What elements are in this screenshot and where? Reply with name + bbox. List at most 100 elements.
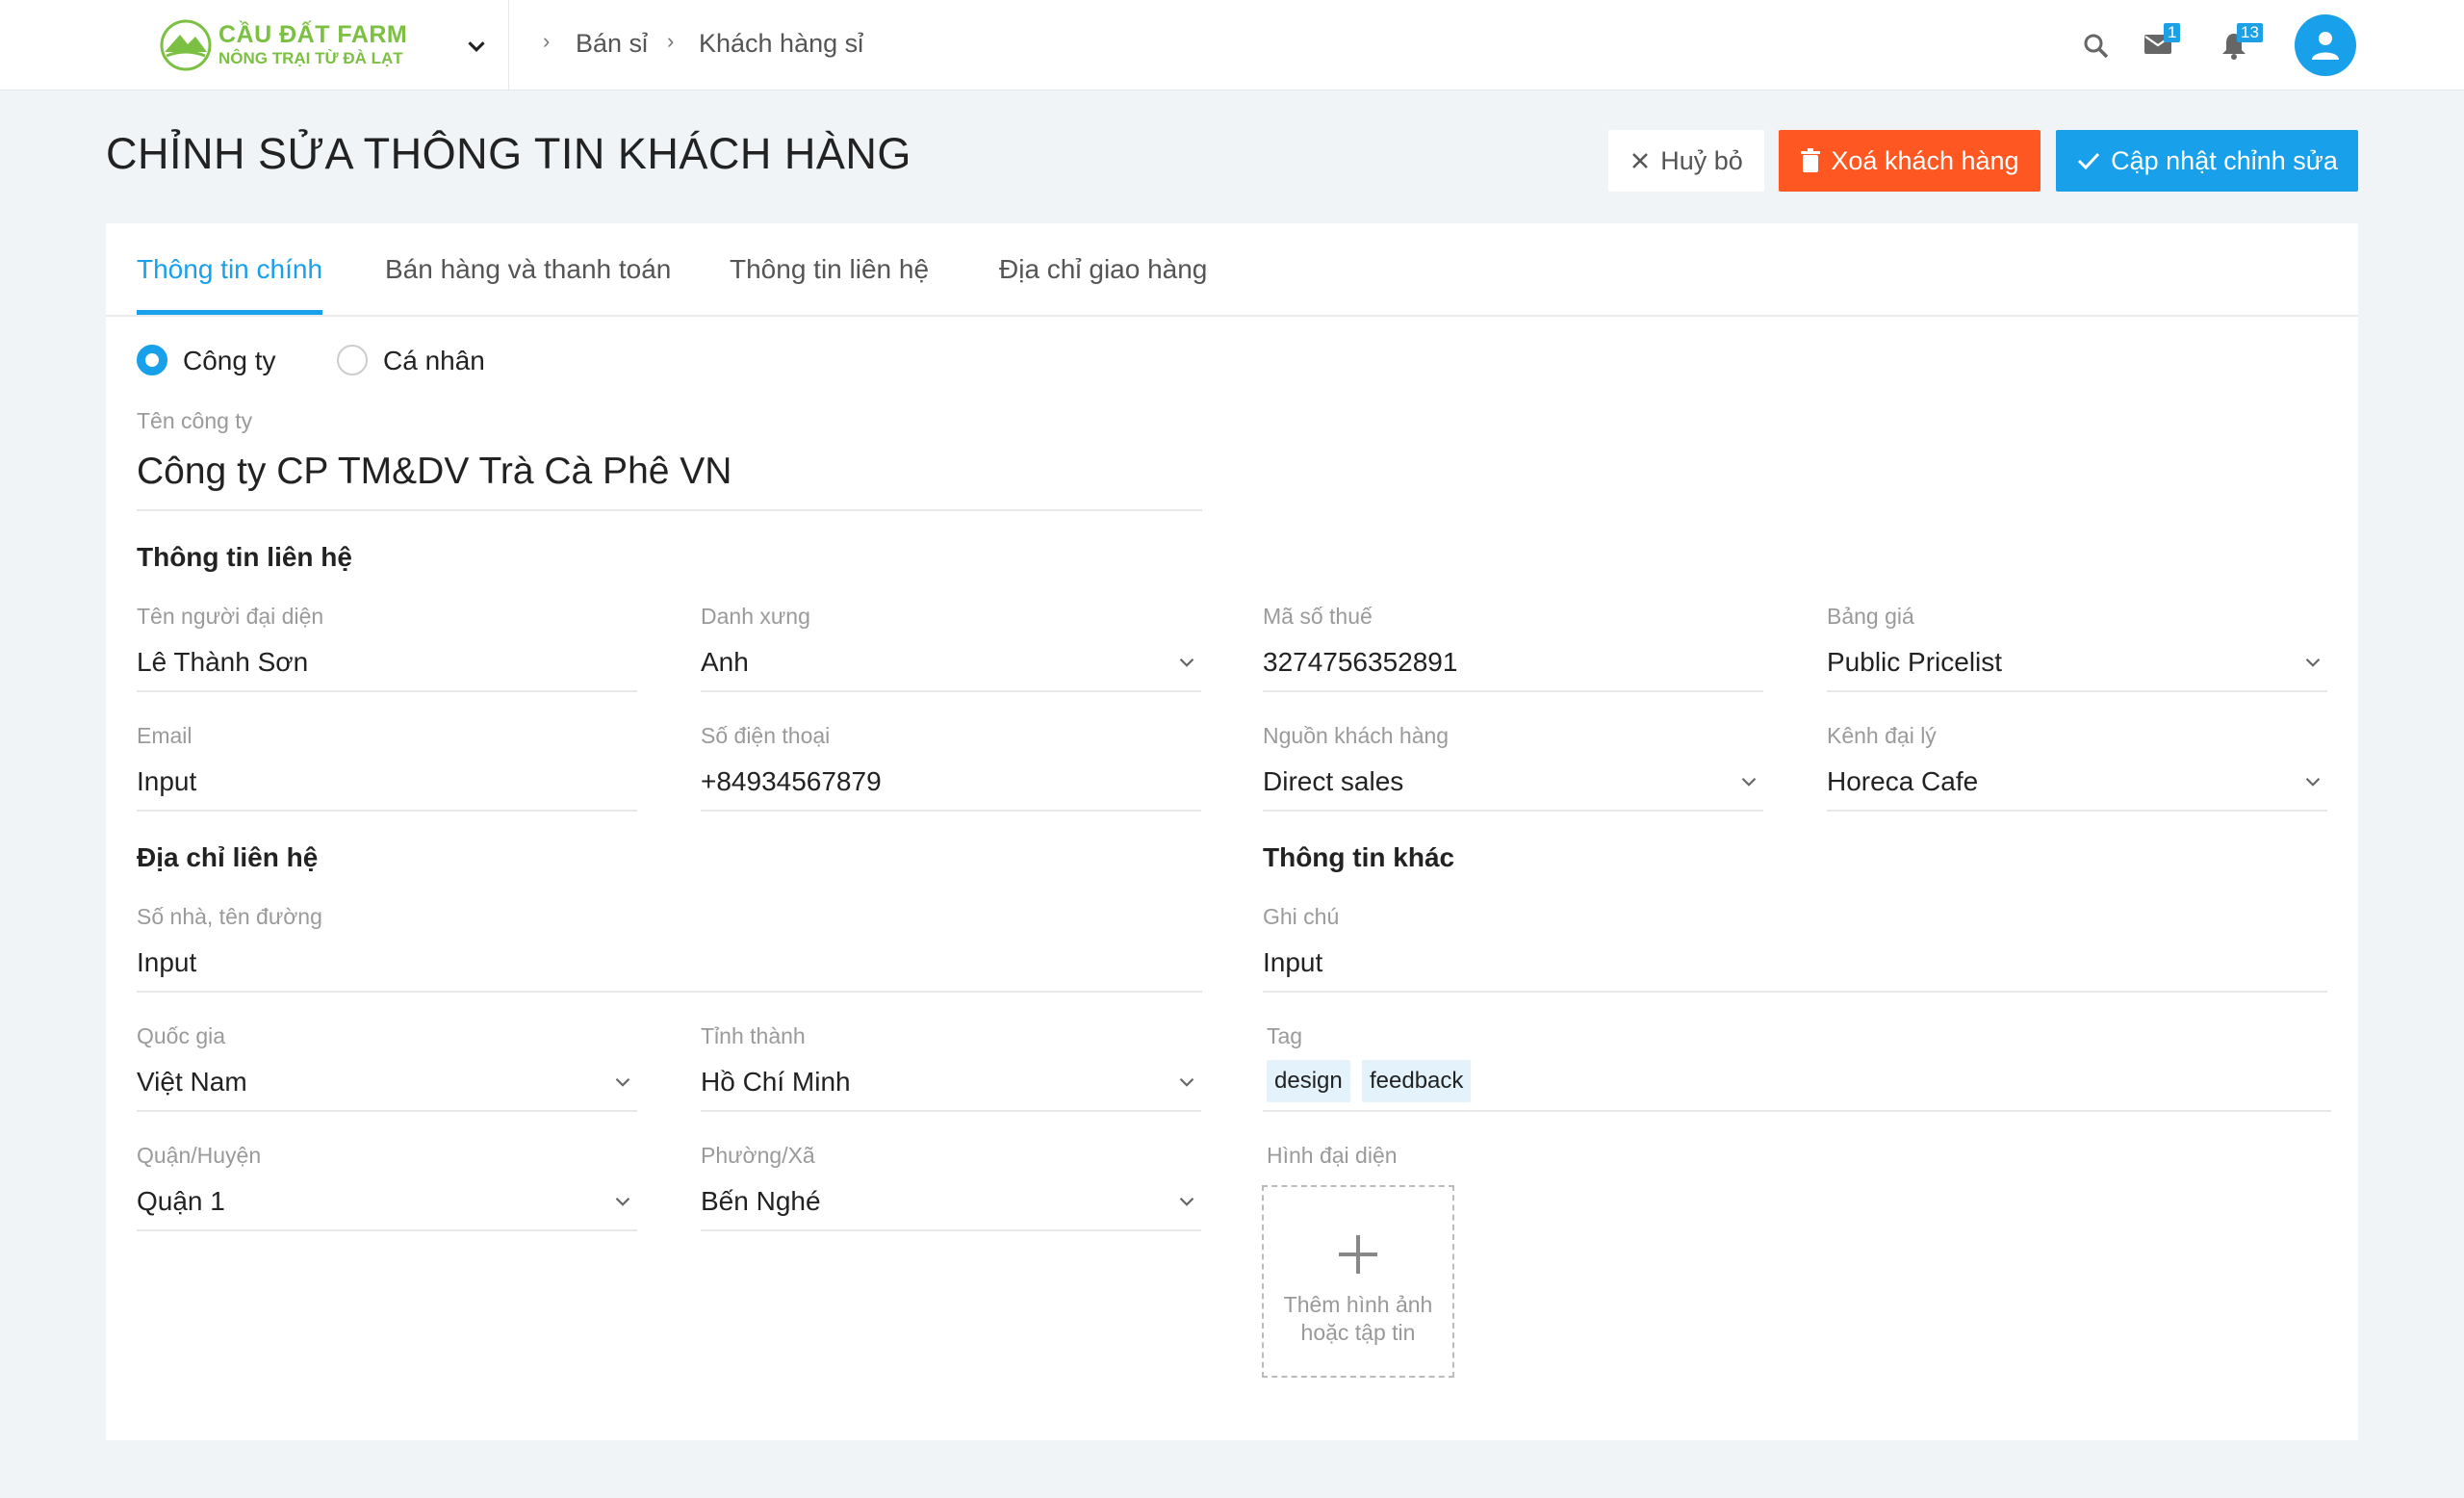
field-underline — [1263, 1110, 2331, 1112]
notification-count-badge: 13 — [2237, 23, 2263, 42]
breadcrumb-separator-icon: › — [667, 29, 675, 53]
user-avatar[interactable] — [2295, 14, 2356, 76]
chevron-down-icon[interactable] — [1736, 769, 1761, 794]
email-label: Email — [137, 723, 192, 748]
tab-sales-payment[interactable]: Bán hàng và thanh toán — [385, 254, 671, 285]
brand-tagline: NÔNG TRẠI TỪ ĐÀ LẠT — [218, 49, 403, 67]
divider — [508, 0, 509, 90]
upload-hint-text: Thêm hình ảnh hoặc tập tin — [1283, 1292, 1433, 1345]
brand-name: CẦU ĐẤT FARM — [218, 21, 408, 48]
other-info-section-title: Thông tin khác — [1263, 842, 1455, 872]
field-underline — [1263, 991, 2327, 993]
chevron-down-icon[interactable] — [610, 1189, 635, 1214]
country-select[interactable]: Việt Nam — [137, 1067, 247, 1098]
trash-icon — [1801, 148, 1821, 172]
plus-icon — [1339, 1235, 1377, 1274]
mail-button[interactable]: 1 — [2143, 23, 2200, 65]
chevron-down-icon[interactable] — [610, 1070, 635, 1095]
country-label: Quốc gia — [137, 1023, 226, 1048]
email-field[interactable]: Input — [137, 766, 196, 797]
radio-individual-label[interactable]: Cá nhân — [383, 346, 485, 376]
cancel-button[interactable]: Huỷ bỏ — [1608, 130, 1764, 192]
chevron-down-icon[interactable] — [462, 32, 491, 61]
province-select[interactable]: Hồ Chí Minh — [701, 1067, 851, 1098]
pricelist-label: Bảng giá — [1827, 604, 1914, 629]
chevron-down-icon[interactable] — [2300, 769, 2325, 794]
phone-field[interactable]: +84934567879 — [701, 766, 882, 797]
page-title: CHỈNH SỬA THÔNG TIN KHÁCH HÀNG — [106, 129, 911, 178]
company-name-underline — [137, 509, 1202, 511]
representative-label: Tên người đại diện — [137, 604, 324, 629]
tag-label: Tag — [1267, 1023, 1303, 1048]
address-section-title: Địa chỉ liên hệ — [137, 842, 319, 872]
agency-channel-select[interactable]: Horeca Cafe — [1827, 766, 1978, 797]
update-button-label: Cập nhật chỉnh sửa — [2111, 145, 2338, 175]
company-name-label: Tên công ty — [137, 408, 253, 433]
user-avatar-icon — [2312, 32, 2339, 60]
district-label: Quận/Huyện — [137, 1143, 262, 1168]
salutation-label: Danh xưng — [701, 604, 810, 629]
tab-main-info[interactable]: Thông tin chính — [137, 254, 322, 285]
field-underline — [701, 1110, 1201, 1112]
field-underline — [137, 1229, 637, 1231]
salutation-select[interactable]: Anh — [701, 647, 749, 678]
tag-chip[interactable]: design — [1267, 1060, 1350, 1102]
tab-bar-divider — [106, 315, 2358, 317]
mail-count-badge: 1 — [2164, 23, 2181, 42]
note-label: Ghi chú — [1263, 904, 1340, 929]
field-underline — [1827, 690, 2327, 692]
customer-form-card: Thông tin chính Bán hàng và thanh toán T… — [106, 223, 2358, 1440]
active-tab-indicator — [137, 310, 322, 315]
tab-contact-info[interactable]: Thông tin liên hệ — [730, 254, 929, 285]
field-underline — [137, 1110, 637, 1112]
notification-button[interactable]: 13 — [2220, 23, 2277, 65]
update-button[interactable]: Cập nhật chỉnh sửa — [2056, 130, 2358, 192]
field-underline — [137, 690, 637, 692]
tag-chip[interactable]: feedback — [1362, 1060, 1472, 1102]
close-icon — [1632, 153, 1649, 168]
chevron-down-icon[interactable] — [1174, 1189, 1199, 1214]
delete-customer-button[interactable]: Xoá khách hàng — [1779, 130, 2040, 192]
chevron-down-icon[interactable] — [2300, 650, 2325, 675]
pricelist-select[interactable]: Public Pricelist — [1827, 647, 2002, 678]
radio-individual[interactable] — [337, 345, 368, 375]
avatar-label: Hình đại diện — [1267, 1143, 1398, 1168]
chevron-down-icon[interactable] — [1174, 650, 1199, 675]
radio-company[interactable] — [137, 345, 167, 375]
breadcrumb-item-wholesale[interactable]: Bán sỉ — [576, 29, 648, 59]
field-underline — [137, 810, 637, 812]
ward-select[interactable]: Bến Nghé — [701, 1186, 821, 1217]
district-select[interactable]: Quận 1 — [137, 1186, 225, 1217]
street-input[interactable]: Input — [137, 947, 196, 978]
street-label: Số nhà, tên đường — [137, 904, 322, 929]
contact-section-title: Thông tin liên hệ — [137, 542, 352, 572]
tax-code-label: Mã số thuế — [1263, 604, 1373, 629]
note-input[interactable]: Input — [1263, 947, 1322, 978]
top-bar: CẦU ĐẤT FARM NÔNG TRẠI TỪ ĐÀ LẠT › Bán s… — [0, 0, 2464, 90]
delete-customer-button-label: Xoá khách hàng — [1831, 145, 2019, 175]
chevron-down-icon[interactable] — [1174, 1070, 1199, 1095]
company-name-input[interactable]: Công ty CP TM&DV Trà Cà Phê VN — [137, 451, 732, 493]
breadcrumb-item-wholesale-customers[interactable]: Khách hàng sỉ — [699, 29, 863, 59]
customer-source-label: Nguồn khách hàng — [1263, 723, 1450, 748]
agency-channel-label: Kênh đại lý — [1827, 723, 1937, 748]
province-label: Tỉnh thành — [701, 1023, 806, 1048]
field-underline — [1827, 810, 2327, 812]
field-underline — [701, 1229, 1201, 1231]
search-icon[interactable] — [2077, 27, 2116, 65]
field-underline — [1263, 810, 1763, 812]
field-underline — [701, 810, 1201, 812]
field-underline — [701, 690, 1201, 692]
cancel-button-label: Huỷ bỏ — [1660, 145, 1743, 175]
tax-code-input[interactable]: 3274756352891 — [1263, 647, 1457, 678]
customer-source-select[interactable]: Direct sales — [1263, 766, 1403, 797]
field-underline — [137, 991, 1202, 993]
phone-label: Số điện thoại — [701, 723, 831, 748]
radio-company-label[interactable]: Công ty — [183, 346, 276, 376]
representative-input[interactable]: Lê Thành Sơn — [137, 647, 308, 678]
ward-label: Phường/Xã — [701, 1143, 815, 1168]
avatar-upload-dropzone[interactable]: Thêm hình ảnh hoặc tập tin — [1262, 1185, 1454, 1378]
tab-shipping-address[interactable]: Địa chỉ giao hàng — [999, 254, 1207, 285]
field-underline — [1263, 690, 1763, 692]
brand-logo[interactable]: CẦU ĐẤT FARM NÔNG TRẠI TỪ ĐÀ LẠT — [159, 17, 409, 75]
